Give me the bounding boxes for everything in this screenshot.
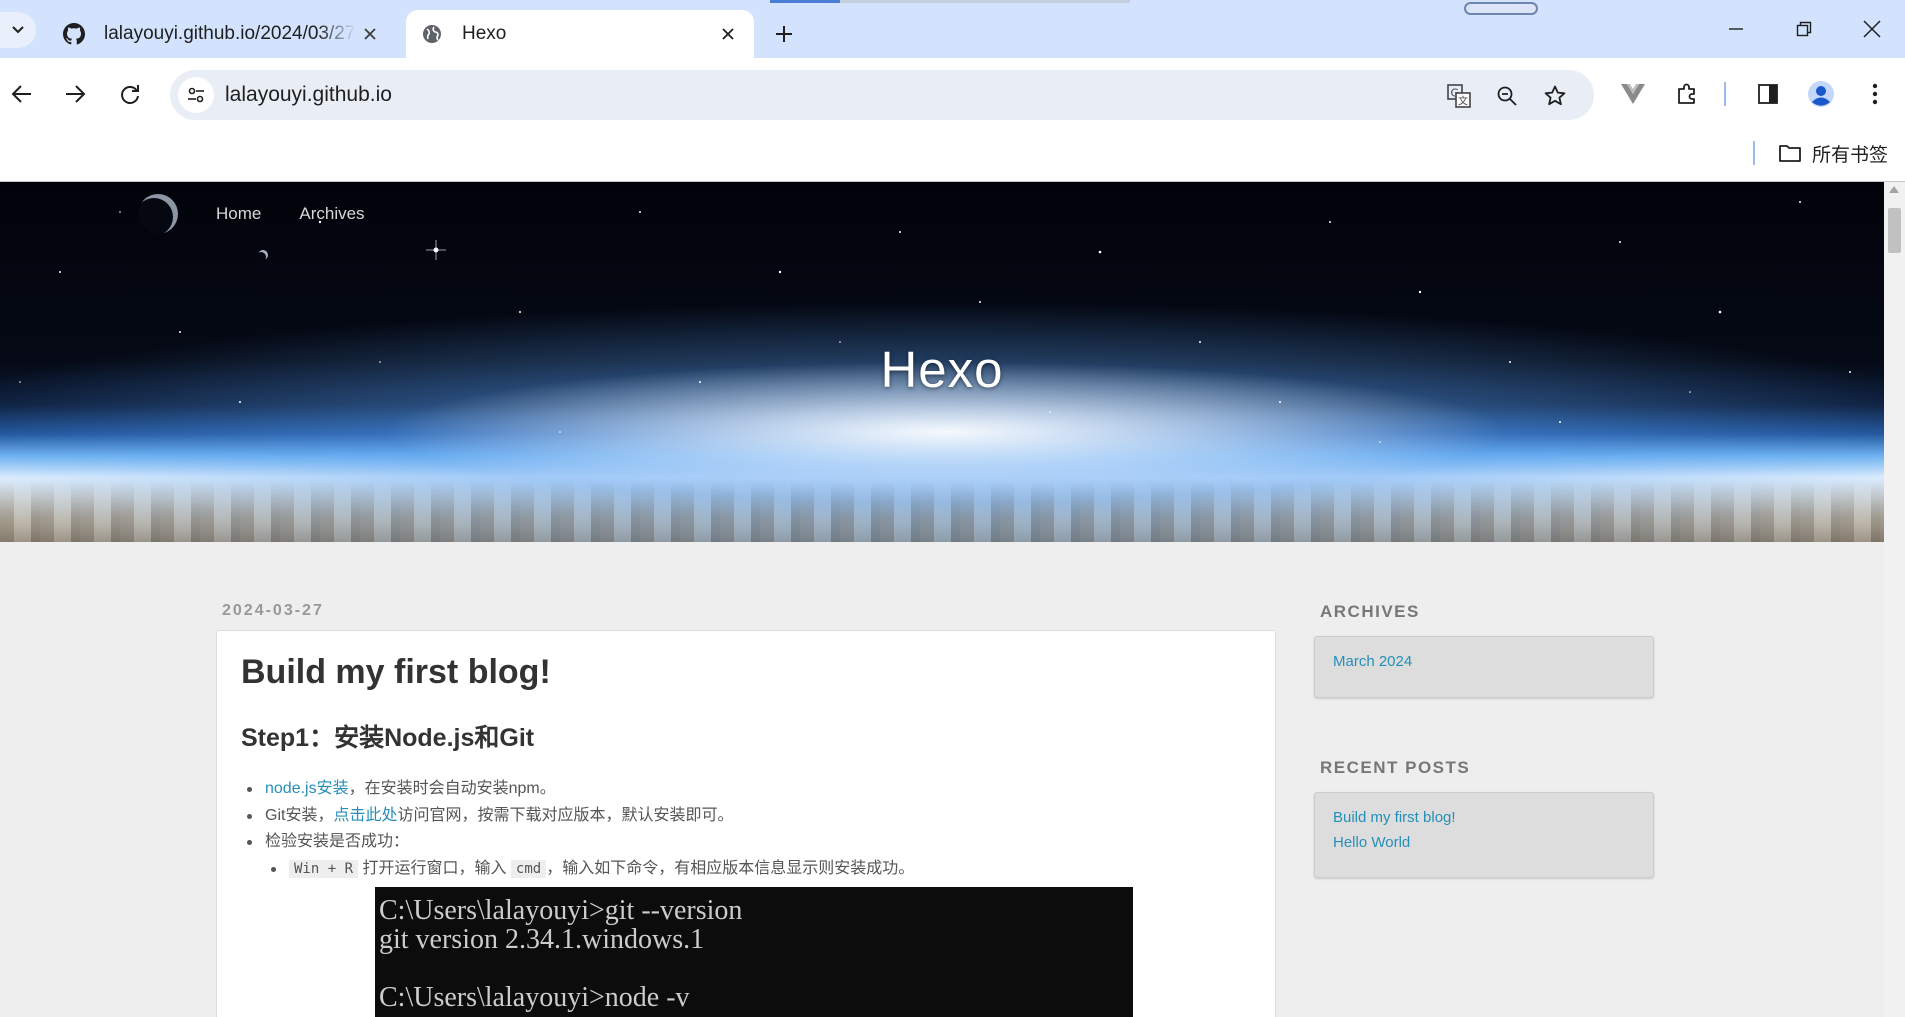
site-banner: Home Archives Hexo [0,182,1884,542]
archives-widget: March 2024 [1314,636,1654,698]
inline-code: Win + R [289,859,359,878]
list-item: Git安装，点击此处访问官网，按需下载对应版本，默认安装即可。 [241,803,1241,830]
tab-scroll-indicator [1464,2,1538,15]
bookmarks-separator [1753,141,1755,165]
toolbar-separator [1724,82,1726,106]
post-date[interactable]: 2024-03-27 [222,602,324,620]
recent-post-link[interactable]: Hello World [1333,830,1635,855]
tab-strip: lalayouyi.github.io/2024/03/27/Build-my-… [0,0,1905,58]
extensions-puzzle-icon[interactable] [1668,75,1706,113]
close-window-button[interactable] [1840,6,1904,52]
list-item-text: 检验安装是否成功： [265,833,410,850]
tab-title: Hexo [462,23,507,44]
post-article: Build my first blog! Step1：安装Node.js和Git… [216,630,1276,1017]
install-steps-list: node.js安装，在安装时会自动安装npm。 Git安装，点击此处访问官网，按… [241,776,1241,882]
tab-loading-indicator [770,0,1130,3]
nav-link-home[interactable]: Home [216,204,261,224]
list-item-text: ，输入如下命令，有相应版本信息显示则安装成功。 [546,859,915,877]
tab-title: lalayouyi.github.io/2024/03/27/Build-my-… [104,23,356,44]
moon-graphic [138,194,178,234]
page-scrollbar[interactable] [1884,182,1905,1017]
close-tab-icon[interactable] [356,20,384,48]
tune-icon [188,87,204,103]
small-moon-graphic [258,250,268,260]
starfield-background [19,201,1851,443]
scroll-up-arrow-icon[interactable] [1889,186,1899,193]
scrollbar-thumb[interactable] [1888,208,1901,253]
forward-button[interactable] [55,74,95,114]
chevron-down-icon [12,26,24,34]
list-item-text: 访问官网，按需下载对应版本，默认安装即可。 [397,806,734,824]
list-item-text: ，在安装时会自动安装npm。 [348,780,556,797]
nodejs-install-link[interactable]: node.js安装 [265,780,349,797]
restore-icon [1796,21,1812,37]
bookmark-star-icon[interactable] [1538,79,1572,113]
post-heading-step1: Step1：安装Node.js和Git [241,724,535,752]
page-viewport: Home Archives Hexo 2024-03-27 Build my f… [0,182,1884,1017]
reload-icon [121,85,139,104]
recent-posts-widget-title: RECENT POSTS [1320,758,1471,777]
globe-icon [420,22,444,46]
recent-post-link[interactable]: Build my first blog! [1333,805,1635,830]
url-text[interactable]: lalayouyi.github.io [225,83,392,107]
all-bookmarks-label: 所有书签 [1812,144,1889,166]
tab-search-button[interactable] [0,12,36,48]
list-item: Win + R 打开运行窗口，输入 cmd ，输入如下命令，有相应版本信息显示则安… [241,856,1241,883]
inline-code: cmd [510,859,547,878]
browser-toolbar: lalayouyi.github.io G文 [0,58,1905,132]
terminal-line: C:\Users\lalayouyi>git --version [379,895,743,926]
vue-devtools-extension-icon[interactable] [1614,75,1652,113]
archive-link[interactable]: March 2024 [1333,649,1635,674]
address-bar[interactable]: lalayouyi.github.io G文 [170,70,1594,120]
zoom-icon[interactable] [1490,79,1524,113]
svg-text:文: 文 [1458,95,1468,108]
site-info-button[interactable] [178,77,214,113]
list-item-text: Git安装， [265,806,334,824]
side-panel-icon[interactable] [1749,75,1787,113]
git-download-link[interactable]: 点击此处 [333,807,397,824]
terminal-line: C:\Users\lalayouyi>node -v [379,982,690,1013]
list-item: node.js安装，在安装时会自动安装npm。 [241,776,1241,803]
terminal-line: git version 2.34.1.windows.1 [379,924,705,955]
reload-button[interactable] [110,74,150,114]
arrow-left-icon [11,85,31,103]
profile-avatar-icon[interactable] [1802,75,1840,113]
recent-posts-widget: Build my first blog! Hello World [1314,792,1654,878]
more-menu-icon[interactable] [1856,75,1894,113]
site-title[interactable]: Hexo [0,340,1884,399]
minimize-button[interactable] [1704,6,1768,52]
bookmarks-bar: 所有书签 [0,132,1905,182]
tab-blog-post[interactable]: lalayouyi.github.io/2024/03/27/Build-my-… [46,10,396,58]
minimize-icon [1729,28,1743,30]
tab-hexo[interactable]: Hexo [406,10,754,58]
nav-link-archives[interactable]: Archives [299,204,364,224]
main-nav: Home Archives [216,204,365,224]
terminal-screenshot: C:\Users\lalayouyi>git --version git ver… [375,887,1133,1017]
folder-icon [1778,143,1802,163]
restore-button[interactable] [1772,6,1836,52]
post-title[interactable]: Build my first blog! [241,653,551,692]
plus-icon [776,26,792,42]
close-tab-icon[interactable] [714,20,742,48]
list-item: 检验安装是否成功： [241,829,1241,856]
translate-icon[interactable]: G文 [1442,79,1476,113]
list-item-text: 打开运行窗口，输入 [358,859,511,877]
all-bookmarks-button[interactable]: 所有书签 [1778,138,1888,168]
github-icon [62,22,86,46]
archives-widget-title: ARCHIVES [1320,602,1420,621]
earth-clouds-graphic [0,482,1884,542]
arrow-right-icon [66,85,86,103]
close-icon [1863,20,1881,38]
back-button[interactable] [2,74,42,114]
new-tab-button[interactable] [766,16,802,52]
